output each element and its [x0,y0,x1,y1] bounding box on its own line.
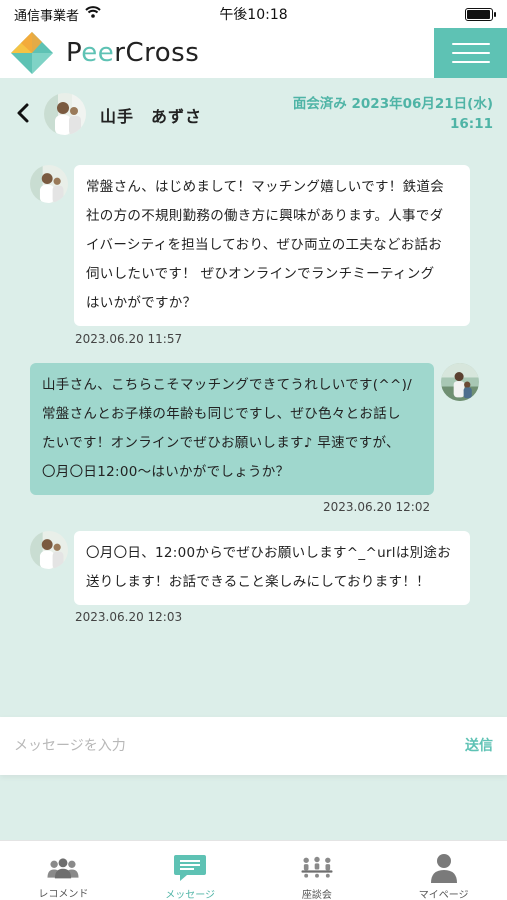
tab-recommend[interactable]: レコメンド [0,841,127,900]
wifi-icon [85,6,101,22]
message-timestamp: 2023.06.20 12:03 [75,610,183,624]
status-bar: 通信事業者 午後10:18 [0,0,507,28]
tab-label: 座談会 [301,890,332,900]
logo-text: PeerCross [66,38,199,68]
message-line: イバーシティを担当しており、ぜひ両立の工夫などお話お [86,237,443,253]
chevron-left-icon [17,103,29,123]
message-line: たいです！オンラインでぜひお願いします♪ 早速ですが、 [42,435,400,451]
message-bubble-incoming[interactable]: 〇月〇日、12:00からでぜひお願いします^_^urlは別途お 送りします！お話… [74,531,470,605]
logo-mark-icon [8,29,56,77]
message-line: 常盤さん、はじめまして！マッチング嬉しいです！鉄道会 [86,179,444,195]
message-timestamp: 2023.06.20 12:02 [323,500,431,514]
tab-label: メッセージ [165,890,216,900]
battery-fill [467,9,490,19]
carrier-label: 通信事業者 [14,8,80,24]
bottom-tab-bar: レコメンド メッセージ 座談会 マイページ [0,840,507,900]
hamburger-menu-button[interactable] [434,28,507,78]
meeting-status-date: 面会済み 2023年06月21日(水) [292,96,493,112]
battery-icon [465,7,496,21]
message-line: 〇月〇日、12:00からでぜひお願いします^_^urlは別途お [86,545,452,561]
menu-line [451,43,490,45]
partner-avatar[interactable] [30,165,68,203]
person-icon [427,853,461,883]
roundtable-icon [300,853,334,883]
tab-mypage[interactable]: マイページ [380,841,507,900]
tab-label: マイページ [418,890,469,900]
tab-label: レコメンド [38,889,89,900]
logo-text-r: r [114,38,126,68]
menu-line [451,61,490,63]
meeting-status-time: 16:11 [450,116,493,132]
partner-avatar[interactable] [44,93,86,135]
message-bubble-outgoing[interactable]: 山手さん、こちらこそマッチングできてうれしいです(^^)/ 常盤さんとお子様の年… [30,363,434,495]
meeting-status: 面会済み 2023年06月21日(水) 16:11 [293,94,493,134]
message-line: 社の方の不規則勤務の働き方に興味があります。人事でダ [86,208,444,224]
peercross-logo[interactable]: PeerCross [8,29,199,77]
chat-icon [173,853,207,883]
message-input-bar: 送信 [0,717,507,775]
my-avatar[interactable] [441,363,479,401]
message-line: 常盤さんとお子様の年齢も同じですし、ぜひ色々とお話し [42,406,401,422]
send-button[interactable]: 送信 [465,735,493,755]
message-input[interactable] [14,729,434,763]
message-line: はいかがですか？ [86,295,197,311]
partner-name: 山手 あずさ [100,107,203,126]
message-line: 山手さん、こちらこそマッチングできてうれしいです(^^)/ [42,377,412,393]
people-icon [46,853,80,882]
message-line: 〇月〇日12:00～はいかがでしょうか？ [42,464,290,480]
menu-line [451,52,490,54]
tab-message[interactable]: メッセージ [127,841,254,900]
message-timestamp: 2023.06.20 11:57 [75,332,183,346]
conversation-header: 山手 あずさ 面会済み 2023年06月21日(水) 16:11 [0,78,507,150]
partner-avatar[interactable] [30,531,68,569]
logo-text-ee: ee [81,38,115,68]
message-bubble-incoming[interactable]: 常盤さん、はじめまして！マッチング嬉しいです！鉄道会 社の方の不規則勤務の働き方… [74,165,470,326]
status-left: 通信事業者 [14,5,101,24]
logo-text-cross: Cross [125,38,200,68]
app-header: PeerCross [0,28,507,78]
message-line: 伺いしたいです！ ぜひオンラインでランチミーティング [86,266,435,282]
back-button[interactable] [12,100,34,126]
tab-roundtable[interactable]: 座談会 [254,841,381,900]
logo-text-p: P [66,38,82,68]
message-line: 送りします！お話できること楽しみにしております！！ [86,574,430,590]
